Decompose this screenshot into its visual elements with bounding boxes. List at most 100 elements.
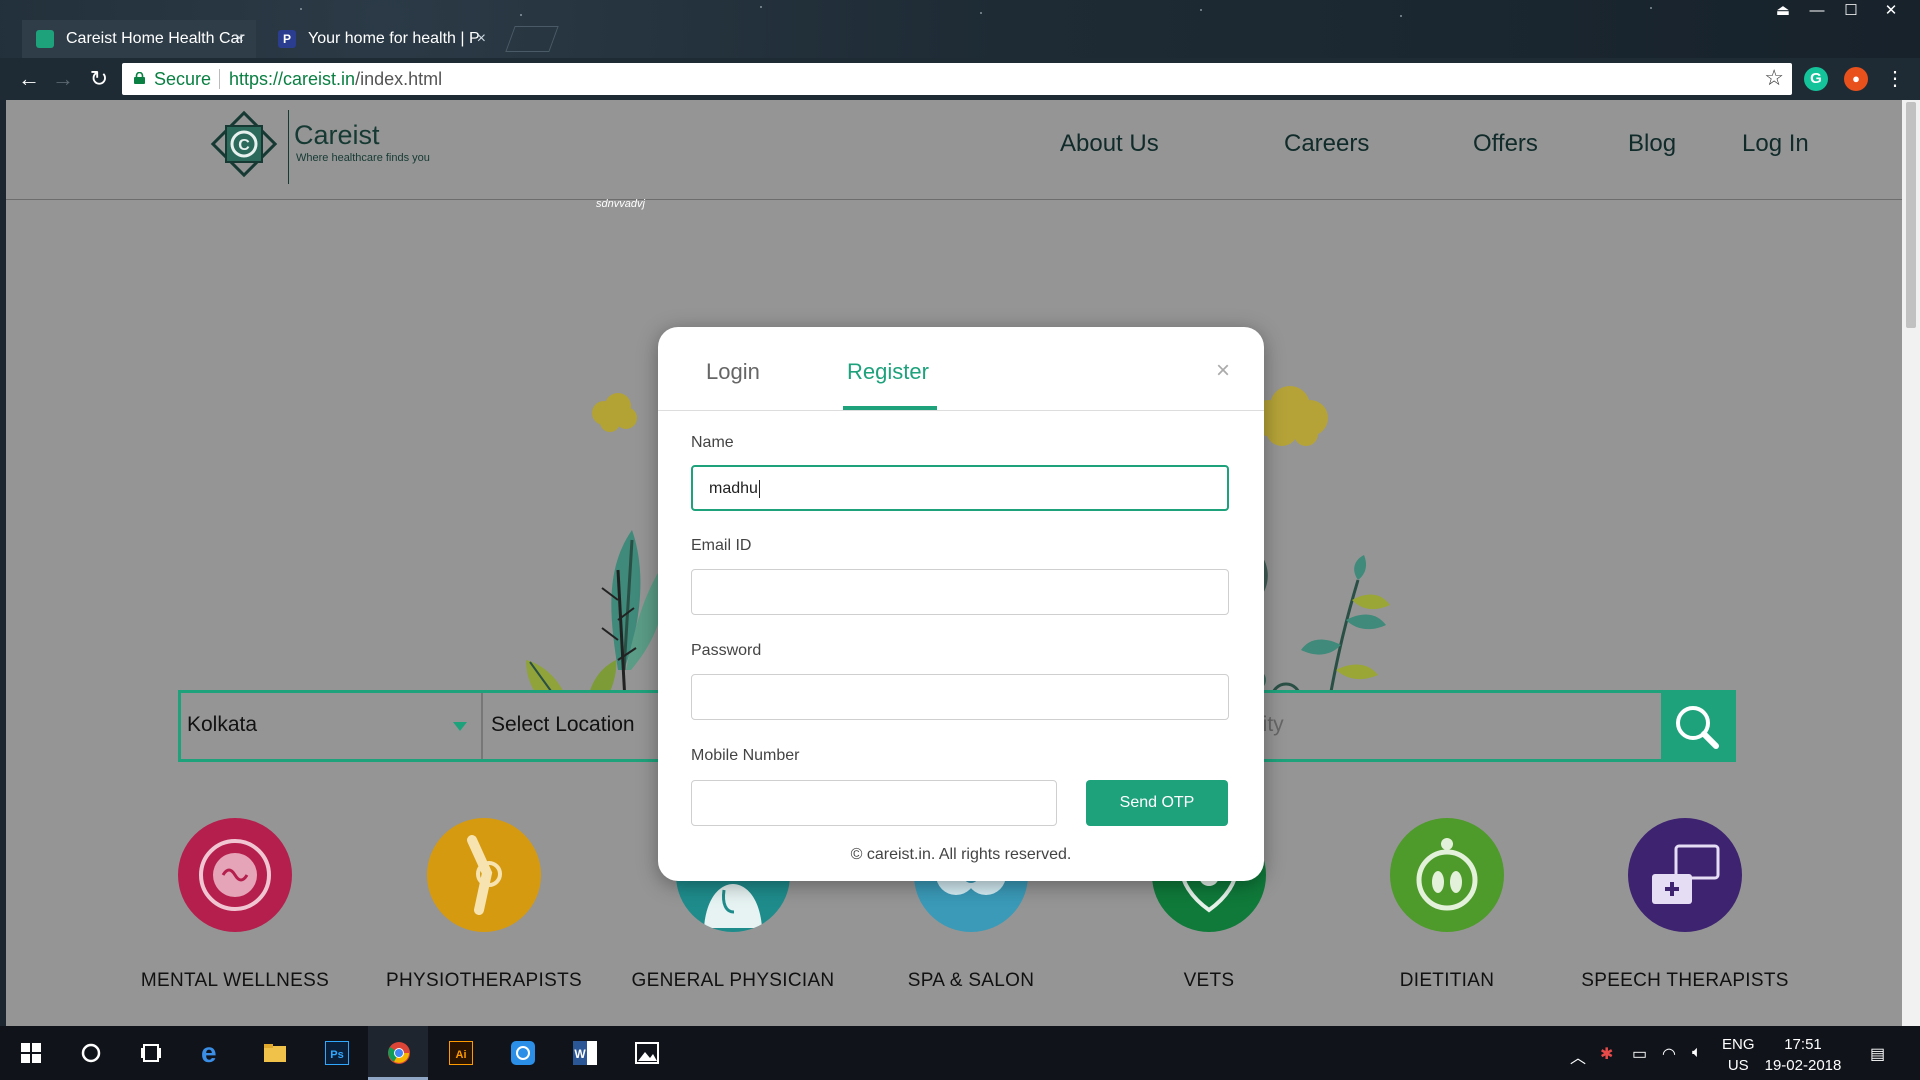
- svg-text:Ai: Ai: [456, 1049, 467, 1061]
- site-header: C Careist Where healthcare finds you Abo…: [6, 100, 1902, 200]
- search-icon: [1676, 706, 1719, 749]
- volume-icon[interactable]: 🔈︎: [1692, 1044, 1702, 1062]
- city-select[interactable]: Kolkata: [181, 693, 483, 759]
- taskbar-photoshop[interactable]: Ps: [306, 1026, 366, 1080]
- service-label: SPEECH THERAPISTS: [1581, 970, 1789, 991]
- email-label: Email ID: [691, 537, 752, 554]
- name-field[interactable]: madhu: [691, 465, 1229, 511]
- svg-text:C: C: [238, 137, 250, 154]
- nav-log-in[interactable]: Log In: [1742, 130, 1809, 158]
- location-select[interactable]: Select Location: [491, 713, 635, 737]
- password-label: Password: [691, 642, 762, 659]
- address-bar[interactable]: Secure https://careist.in/index.html ☆: [122, 63, 1792, 95]
- register-modal: Login Register × Name madhu Email ID Pas…: [658, 327, 1264, 881]
- taskbar-chrome[interactable]: [368, 1026, 428, 1080]
- service-speech-therapists[interactable]: SPEECH THERAPISTS: [1560, 818, 1810, 992]
- speech-icon: [1628, 818, 1742, 932]
- chevron-down-icon: [453, 722, 467, 731]
- background-star: [300, 8, 302, 10]
- logo-tagline: Where healthcare finds you: [296, 152, 430, 164]
- portea-favicon-icon: P: [278, 30, 296, 48]
- page-scrollbar[interactable]: [1902, 100, 1920, 1026]
- grammarly-extension-icon[interactable]: G: [1804, 67, 1828, 91]
- notification-badge-icon[interactable]: ✱: [1600, 1044, 1613, 1064]
- tab-careist[interactable]: Careist Home Health Car ×: [22, 20, 256, 58]
- careist-logo-icon[interactable]: C: [208, 108, 280, 180]
- service-label: DIETITIAN: [1399, 970, 1495, 991]
- new-tab-button[interactable]: [505, 26, 559, 52]
- logo-name: Careist: [294, 120, 380, 150]
- scrollbar-thumb[interactable]: [1906, 102, 1916, 328]
- nav-about-us[interactable]: About Us: [1060, 130, 1159, 158]
- nav-blog[interactable]: Blog: [1628, 130, 1676, 158]
- background-star: [520, 14, 522, 16]
- scale-icon: [1390, 818, 1504, 932]
- service-mental-wellness[interactable]: MENTAL WELLNESS: [110, 818, 360, 992]
- nav-offers[interactable]: Offers: [1473, 130, 1538, 158]
- name-value: madhu: [709, 480, 758, 497]
- clock-time: 17:51: [1784, 1036, 1822, 1053]
- background-star: [760, 6, 762, 8]
- action-center-icon[interactable]: ▤: [1870, 1044, 1885, 1064]
- taskbar-word[interactable]: W: [554, 1026, 614, 1080]
- maximize-icon[interactable]: ☐: [1834, 0, 1868, 24]
- tab-title: Careist Home Health Car: [66, 30, 245, 47]
- bookmark-star-icon[interactable]: ☆: [1764, 65, 1784, 91]
- taskbar-illustrator[interactable]: Ai: [430, 1026, 490, 1080]
- svg-text:W: W: [574, 1047, 586, 1061]
- forward-icon[interactable]: →: [50, 66, 76, 92]
- service-physiotherapists[interactable]: PHYSIOTHERAPISTS: [359, 818, 609, 992]
- service-dietitian[interactable]: DIETITIAN: [1322, 818, 1572, 992]
- city-value: Kolkata: [187, 713, 258, 736]
- careist-favicon-icon: [36, 30, 54, 48]
- close-window-icon[interactable]: ✕: [1874, 0, 1908, 24]
- lock-icon: [134, 72, 145, 84]
- close-icon[interactable]: ×: [1216, 359, 1230, 383]
- password-field[interactable]: [691, 674, 1229, 720]
- text-cursor: [758, 479, 760, 498]
- tray-expand-icon[interactable]: ︿: [1570, 1044, 1586, 1068]
- tab-title: Your home for health | P: [308, 30, 480, 47]
- battery-icon[interactable]: ▭: [1632, 1044, 1647, 1064]
- wifi-icon[interactable]: ◠: [1662, 1044, 1676, 1064]
- cortana-circle-icon: [81, 1043, 101, 1063]
- minimize-icon[interactable]: —: [1800, 0, 1834, 24]
- clock-date: 19-02-2018: [1764, 1057, 1842, 1074]
- search-button[interactable]: [1661, 693, 1733, 759]
- active-tab-indicator: [843, 406, 937, 410]
- tab-register[interactable]: Register: [847, 359, 929, 385]
- tab-close-icon[interactable]: ×: [235, 20, 244, 58]
- input-language[interactable]: ENG US: [1722, 1034, 1755, 1076]
- secure-label: Secure: [154, 69, 212, 89]
- browser-menu-icon[interactable]: ⋮: [1882, 66, 1908, 92]
- taskbar-edge[interactable]: e: [182, 1026, 242, 1080]
- reload-icon[interactable]: ↻: [86, 66, 112, 92]
- mobile-field[interactable]: [691, 780, 1057, 826]
- send-otp-button[interactable]: Send OTP: [1086, 780, 1228, 826]
- task-view-button[interactable]: [120, 1026, 180, 1080]
- nav-careers[interactable]: Careers: [1284, 130, 1369, 158]
- logo-divider: [288, 110, 289, 184]
- service-label: SPA & SALON: [907, 970, 1035, 991]
- email-field[interactable]: [691, 569, 1229, 615]
- taskbar-sync-app[interactable]: [492, 1026, 552, 1080]
- taskbar-file-explorer[interactable]: [244, 1026, 304, 1080]
- cortana-button[interactable]: [60, 1026, 120, 1080]
- profile-icon[interactable]: ⏏: [1766, 0, 1800, 24]
- svg-text:Ps: Ps: [330, 1049, 343, 1061]
- copyright-text: © careist.in. All rights reserved.: [850, 846, 1072, 863]
- taskbar-photos[interactable]: [616, 1026, 676, 1080]
- system-clock[interactable]: 17:51 19-02-2018: [1762, 1034, 1844, 1076]
- background-star: [980, 12, 982, 14]
- url-text: https://careist.in/index.html: [229, 69, 442, 90]
- browser-titlebar: Careist Home Health Car × P Your home fo…: [0, 0, 1920, 58]
- tab-close-icon[interactable]: ×: [477, 20, 486, 58]
- fire-extension-icon[interactable]: ●: [1844, 67, 1868, 91]
- modal-tabs: Login Register ×: [658, 327, 1264, 411]
- tab-login[interactable]: Login: [706, 359, 760, 385]
- start-button[interactable]: [0, 1026, 60, 1080]
- back-icon[interactable]: ←: [16, 66, 42, 92]
- tab-portea[interactable]: P Your home for health | P ×: [264, 20, 498, 58]
- edge-browser-icon: e: [201, 1037, 217, 1068]
- mobile-label: Mobile Number: [691, 747, 800, 764]
